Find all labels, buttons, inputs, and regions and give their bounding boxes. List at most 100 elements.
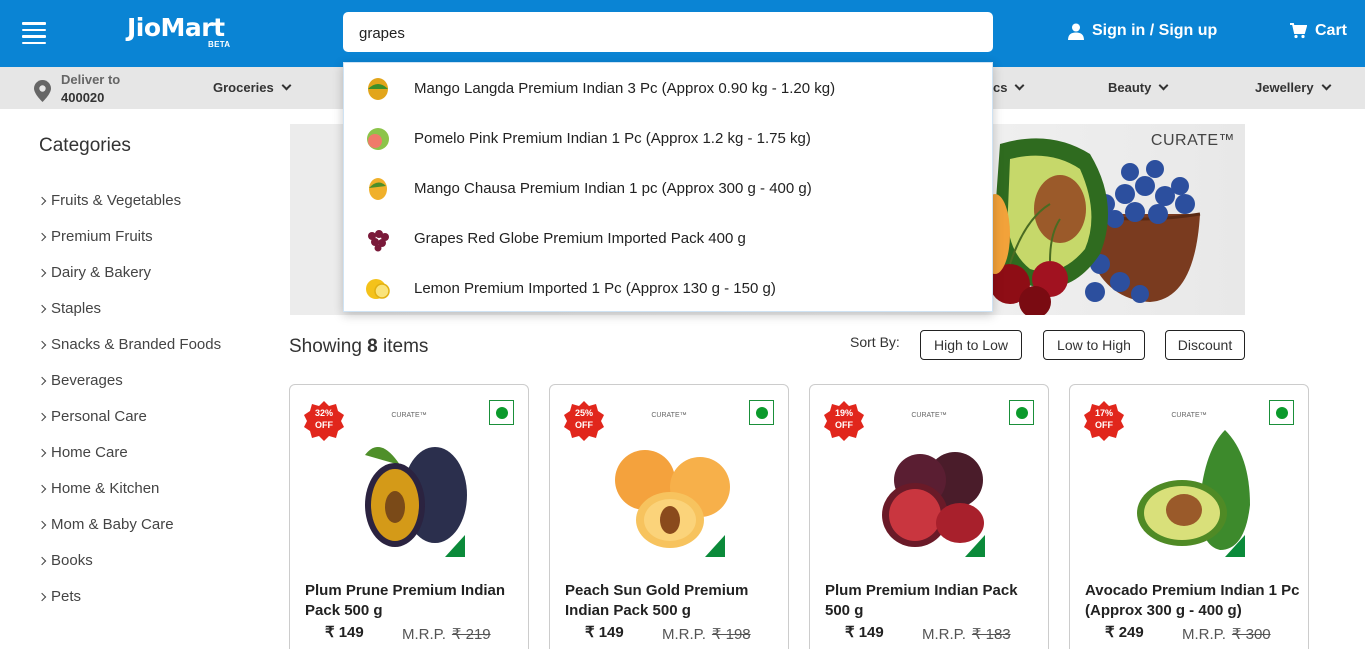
mrp-label: M.R.P.	[662, 626, 706, 643]
location-pin-icon	[34, 80, 51, 102]
product-mrp: M.R.P. ₹ 219	[402, 625, 491, 643]
sort-high-to-low-button[interactable]: High to Low	[920, 330, 1022, 360]
banner-brand: CURATE™	[1150, 132, 1235, 149]
category-item[interactable]: Pets	[37, 588, 221, 624]
suggestion-item[interactable]: Mango Chausa Premium Indian 1 pc (Approx…	[344, 163, 992, 213]
category-item[interactable]: Personal Care	[37, 408, 221, 444]
product-brand: CURATE™	[911, 412, 947, 419]
chevron-right-icon	[37, 196, 47, 206]
cart-label: Cart	[1315, 22, 1348, 39]
product-card[interactable]: 25% OFF CURATE™ Peach Sun Gold Premium In…	[549, 384, 789, 649]
suggestion-label: Mango Langda Premium Indian 3 Pc (Approx…	[414, 79, 836, 97]
product-brand: CURATE™	[391, 412, 427, 419]
chevron-right-icon	[37, 304, 47, 314]
discount-off: OFF	[1095, 420, 1113, 430]
category-label: Dairy & Bakery	[51, 264, 152, 281]
category-item[interactable]: Home & Kitchen	[37, 480, 221, 516]
discount-off: OFF	[575, 420, 593, 430]
category-item[interactable]: Dairy & Bakery	[37, 264, 221, 300]
category-label: Staples	[51, 300, 102, 317]
suggestion-label: Lemon Premium Imported 1 Pc (Approx 130 …	[414, 279, 776, 297]
mrp-label: M.R.P.	[402, 626, 446, 643]
items-count: 8	[367, 336, 378, 357]
category-label: Home Care	[51, 444, 128, 461]
sort-discount-button[interactable]: Discount	[1165, 330, 1245, 360]
discount-badge: 17% OFF	[1084, 407, 1124, 431]
lemon-thumb-icon	[362, 272, 394, 304]
results-count: Showing 8 items	[289, 336, 428, 358]
discount-badge: 19% OFF	[824, 407, 864, 431]
discount-off: OFF	[315, 420, 333, 430]
nav-item-label: Jewellery	[1255, 80, 1314, 95]
discount-off: OFF	[835, 420, 853, 430]
product-name[interactable]: Plum Prune Premium Indian Pack 500 g	[305, 581, 520, 621]
category-label: Snacks & Branded Foods	[51, 336, 222, 353]
category-item[interactable]: Books	[37, 552, 221, 588]
mango-thumb-icon	[362, 172, 394, 204]
product-card[interactable]: 17% OFF CURATE™ Avocado Premium Indian 1 …	[1069, 384, 1309, 649]
search-input[interactable]: grapes	[343, 12, 993, 52]
category-item[interactable]: Beverages	[37, 372, 221, 408]
category-label: Home & Kitchen	[51, 480, 160, 497]
product-brand: CURATE™	[1171, 412, 1207, 419]
chevron-right-icon	[37, 376, 47, 386]
category-item[interactable]: Home Care	[37, 444, 221, 480]
product-card[interactable]: 32% OFF CURATE™ Plum Prune Premium Indian…	[289, 384, 529, 649]
suggestion-item[interactable]: Grapes Red Globe Premium Imported Pack 4…	[344, 213, 992, 263]
category-item[interactable]: Staples	[37, 300, 221, 336]
cart-icon	[1290, 23, 1307, 39]
chevron-right-icon	[37, 232, 47, 242]
showing-prefix: Showing	[289, 336, 362, 357]
chevron-down-icon	[1321, 80, 1331, 91]
nav-item-label: Groceries	[213, 80, 274, 95]
category-label: Pets	[51, 588, 82, 605]
grapes-thumb-icon	[362, 222, 394, 254]
chevron-right-icon	[37, 592, 47, 602]
category-item[interactable]: Premium Fruits	[37, 228, 221, 264]
category-label: Personal Care	[51, 408, 147, 425]
product-card[interactable]: 19% OFF CURATE™ Plum Premium Indian Pack …	[809, 384, 1049, 649]
nav-item-groceries[interactable]: Groceries	[213, 80, 292, 95]
chevron-right-icon	[37, 520, 47, 530]
suggestion-item[interactable]: Lemon Premium Imported 1 Pc (Approx 130 …	[344, 263, 992, 311]
signin-label: Sign in / Sign up	[1092, 22, 1218, 39]
product-name[interactable]: Peach Sun Gold Premium Indian Pack 500 g	[565, 581, 780, 621]
suggestion-item[interactable]: Mango Langda Premium Indian 3 Pc (Approx…	[344, 63, 992, 113]
chevron-right-icon	[37, 448, 47, 458]
suggestion-item[interactable]: Pomelo Pink Premium Indian 1 Pc (Approx …	[344, 113, 992, 163]
nav-item-jewellery[interactable]: Jewellery	[1255, 80, 1331, 95]
sort-low-to-high-button[interactable]: Low to High	[1043, 330, 1145, 360]
category-item[interactable]: Fruits & Vegetables	[37, 192, 221, 228]
product-name[interactable]: Plum Premium Indian Pack 500 g	[825, 581, 1040, 621]
category-label: Premium Fruits	[51, 228, 153, 245]
product-name[interactable]: Avocado Premium Indian 1 Pc (Approx 300 …	[1085, 581, 1300, 621]
chevron-right-icon	[37, 268, 47, 278]
nav-item-electronics[interactable]: cs	[993, 80, 1025, 95]
chevron-right-icon	[37, 484, 47, 494]
product-price: ₹ 249	[1105, 624, 1144, 641]
chevron-right-icon	[37, 340, 47, 350]
product-mrp: M.R.P. ₹ 300	[1182, 625, 1271, 643]
mrp-value: ₹ 219	[451, 626, 491, 643]
menu-icon[interactable]	[22, 22, 46, 44]
showing-suffix: items	[383, 336, 429, 357]
jiomart-logo[interactable]: JioMart	[127, 13, 225, 42]
category-label: Mom & Baby Care	[51, 516, 174, 533]
deliver-location[interactable]: Deliver to 400020	[34, 71, 120, 107]
category-label: Books	[51, 552, 93, 569]
chevron-right-icon	[37, 556, 47, 566]
product-price: ₹ 149	[325, 624, 364, 641]
mrp-label: M.R.P.	[922, 626, 966, 643]
nav-item-beauty[interactable]: Beauty	[1108, 80, 1169, 95]
category-item[interactable]: Mom & Baby Care	[37, 516, 221, 552]
category-label: Fruits & Vegetables	[51, 192, 182, 209]
cart-button[interactable]: Cart	[1290, 22, 1347, 40]
nav-item-label: Beauty	[1108, 80, 1152, 95]
sort-label: Sort By:	[850, 334, 900, 350]
signin-button[interactable]: Sign in / Sign up	[1068, 22, 1217, 40]
product-mrp: M.R.P. ₹ 198	[662, 625, 751, 643]
chevron-right-icon	[37, 412, 47, 422]
category-item[interactable]: Snacks & Branded Foods	[37, 336, 222, 372]
deliver-pincode: 400020	[61, 90, 105, 105]
nav-item-label: cs	[993, 80, 1008, 95]
